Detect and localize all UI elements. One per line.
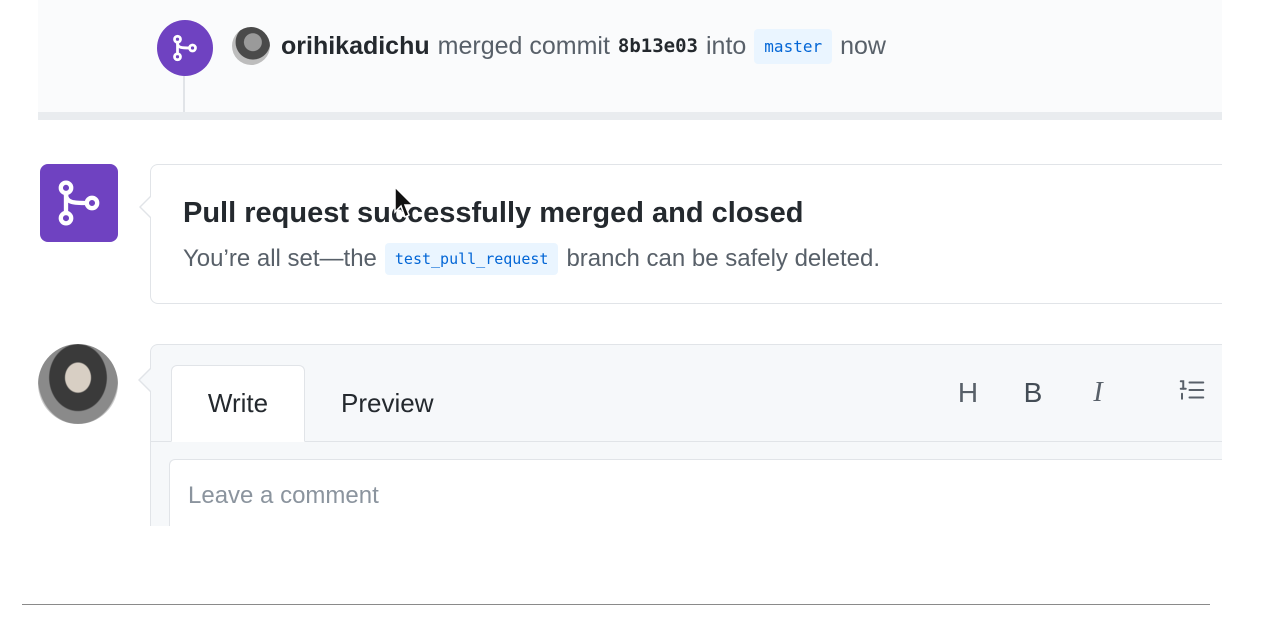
comment-composer: Write Preview H B I — [150, 344, 1222, 526]
merge-event-line: orihikadichu merged commit 8b13e03 into … — [232, 27, 886, 65]
bold-button[interactable]: B — [1016, 375, 1050, 411]
base-branch-label[interactable]: master — [754, 28, 833, 64]
composer-tab-strip: Write Preview H B I — [151, 345, 1222, 442]
merged-title: Pull request successfully merged and clo… — [183, 197, 804, 229]
git-merge-icon — [58, 180, 100, 226]
merged-desc-prefix: You’re all set—the — [183, 245, 377, 272]
tab-preview[interactable]: Preview — [341, 365, 451, 441]
current-user-avatar[interactable] — [38, 344, 118, 424]
ordered-list-button[interactable] — [1175, 375, 1209, 414]
commit-sha-link[interactable]: 8b13e03 — [618, 35, 698, 57]
merged-message-box: Pull request successfully merged and clo… — [139, 164, 1222, 304]
event-action-text: merged commit — [437, 31, 610, 60]
timeline-divider — [38, 112, 1222, 120]
timeline-line — [183, 70, 185, 114]
author-link[interactable]: orihikadichu — [281, 32, 430, 61]
ordered-list-icon — [1179, 380, 1205, 400]
pr-timeline: orihikadichu merged commit 8b13e03 into … — [0, 0, 1272, 632]
event-into-text: into — [705, 31, 747, 60]
head-branch-label[interactable]: test_pull_request — [384, 243, 559, 275]
merged-desc-suffix: branch can be safely deleted. — [566, 245, 880, 272]
comment-input[interactable] — [169, 459, 1222, 526]
merge-event-badge — [157, 20, 213, 76]
composer-pointer-inner — [140, 369, 151, 391]
italic-button[interactable]: I — [1081, 375, 1115, 411]
heading-button[interactable]: H — [951, 375, 985, 411]
page-divider — [22, 604, 1210, 605]
mouse-cursor-icon — [394, 186, 415, 219]
merged-description: You’re all set—the test_pull_request bra… — [183, 243, 880, 275]
event-time[interactable]: now — [840, 32, 886, 61]
merged-status-badge — [40, 164, 118, 242]
git-merge-icon — [173, 34, 197, 62]
author-avatar[interactable] — [232, 27, 270, 65]
tab-write[interactable]: Write — [171, 365, 305, 442]
